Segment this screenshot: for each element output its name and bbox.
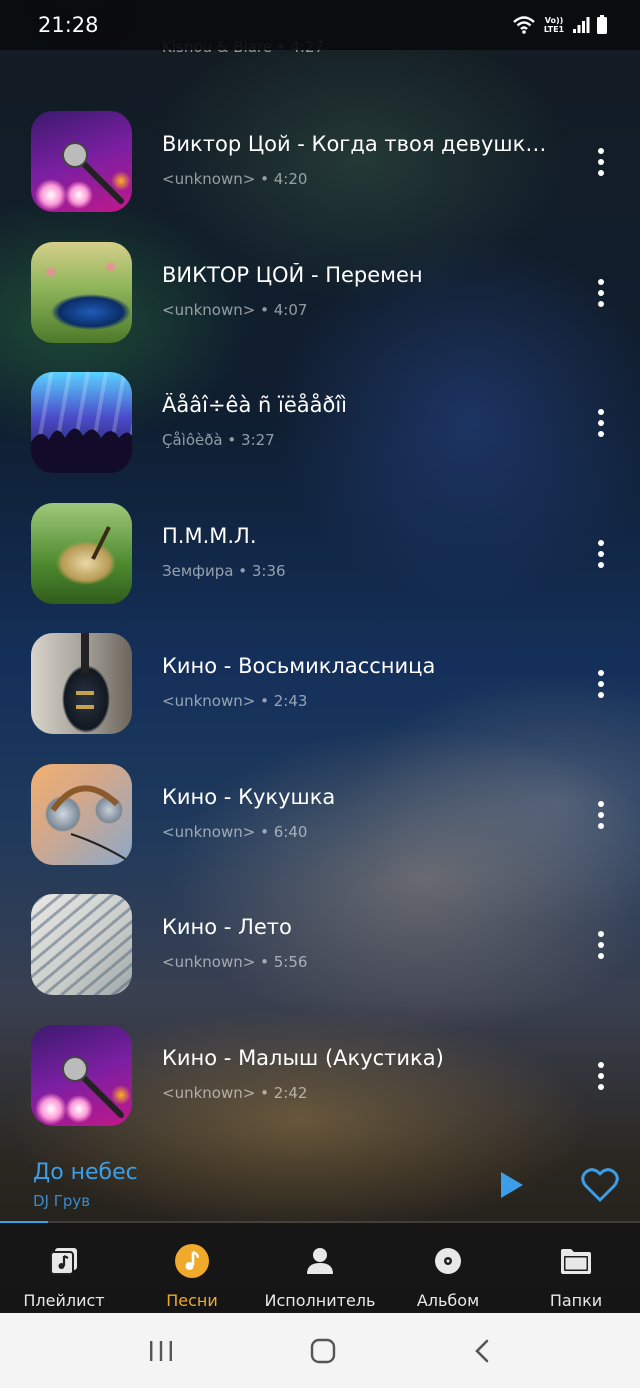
- song-title: Äåâî÷êà ñ ïëååðîì: [162, 393, 347, 417]
- battery-icon: [597, 15, 607, 34]
- more-options-icon[interactable]: [584, 273, 618, 313]
- tab-songs[interactable]: Песни: [128, 1223, 256, 1313]
- status-bar: 21:28 Vo)) LTE1: [0, 0, 640, 50]
- person-icon: [302, 1243, 338, 1279]
- song-title: Кино - Восьмиклассница: [162, 654, 436, 678]
- song-row[interactable]: Кино - Кукушка <unknown> • 6:40: [0, 764, 640, 894]
- album-art: [31, 372, 132, 473]
- heart-icon[interactable]: [580, 1166, 620, 1204]
- album-art: [31, 894, 132, 995]
- status-time: 21:28: [38, 13, 99, 37]
- song-title: Виктор Цой - Когда твоя девушка…: [162, 132, 557, 156]
- song-subtitle: <unknown> • 5:56: [162, 953, 308, 971]
- tab-album[interactable]: Альбом: [384, 1223, 512, 1313]
- album-art: [31, 1025, 132, 1126]
- song-title: П.М.М.Л.: [162, 524, 257, 548]
- song-subtitle: Çåìôèðà • 3:27: [162, 431, 275, 449]
- bottom-navigation: Плейлист Песни Исполнитель Альбом Папки: [0, 1223, 640, 1313]
- song-row[interactable]: Кино - Малыш (Акустика) <unknown> • 2:42: [0, 1025, 640, 1140]
- album-art: [31, 242, 132, 343]
- album-art: [31, 111, 132, 212]
- song-subtitle: <unknown> • 4:20: [162, 170, 308, 188]
- more-options-icon[interactable]: [584, 403, 618, 443]
- song-row[interactable]: Виктор Цой - Когда твоя девушка… <unknow…: [0, 111, 640, 241]
- song-row[interactable]: Кино - Восьмиклассница <unknown> • 2:43: [0, 633, 640, 763]
- tab-label: Исполнитель: [264, 1291, 376, 1310]
- tab-label: Плейлист: [23, 1291, 105, 1310]
- song-subtitle: <unknown> • 2:42: [162, 1084, 308, 1102]
- more-options-icon[interactable]: [584, 925, 618, 965]
- song-title: Кино - Лето: [162, 915, 292, 939]
- tab-artist[interactable]: Исполнитель: [256, 1223, 384, 1313]
- wifi-icon: [513, 16, 535, 34]
- now-playing-artist: DJ Грув: [33, 1192, 91, 1210]
- song-subtitle: <unknown> • 2:43: [162, 692, 308, 710]
- network-label: Vo)) LTE1: [543, 16, 565, 34]
- song-row[interactable]: П.М.М.Л. Земфира • 3:36: [0, 503, 640, 633]
- back-icon[interactable]: [472, 1338, 492, 1364]
- more-options-icon[interactable]: [584, 795, 618, 835]
- mini-player[interactable]: До небес DJ Грув: [0, 1150, 640, 1222]
- song-title: Кино - Кукушка: [162, 785, 336, 809]
- song-subtitle: <unknown> • 6:40: [162, 823, 308, 841]
- album-art: [31, 503, 132, 604]
- song-subtitle: <unknown> • 4:07: [162, 301, 308, 319]
- status-icons: Vo)) LTE1: [512, 15, 608, 35]
- song-row[interactable]: Äåâî÷êà ñ ïëååðîì Çåìôèðà • 3:27: [0, 372, 640, 502]
- album-icon: [430, 1243, 466, 1279]
- music-note-icon: [174, 1243, 210, 1279]
- song-subtitle: Земфира • 3:36: [162, 562, 286, 580]
- play-icon[interactable]: [494, 1168, 528, 1202]
- playlist-icon: [46, 1243, 82, 1279]
- tab-label: Папки: [549, 1291, 603, 1310]
- tab-label: Песни: [166, 1291, 218, 1310]
- system-navigation-bar: [0, 1313, 640, 1388]
- song-title: Кино - Малыш (Акустика): [162, 1046, 444, 1070]
- folder-icon: [558, 1243, 594, 1279]
- album-art: [31, 633, 132, 734]
- more-options-icon[interactable]: [584, 534, 618, 574]
- recent-apps-icon[interactable]: [148, 1339, 174, 1363]
- tab-label: Альбом: [416, 1291, 480, 1310]
- more-options-icon[interactable]: [584, 142, 618, 182]
- more-options-icon[interactable]: [584, 664, 618, 704]
- song-list[interactable]: Kisnou & Blare • 4:27 Виктор Цой - Когда…: [0, 0, 640, 1140]
- tab-playlist[interactable]: Плейлист: [0, 1223, 128, 1313]
- signal-icon: [573, 17, 590, 33]
- tab-folders[interactable]: Папки: [512, 1223, 640, 1313]
- song-row[interactable]: Кино - Лето <unknown> • 5:56: [0, 894, 640, 1024]
- album-art: [31, 764, 132, 865]
- song-title: ВИКТОР ЦОЙ - Перемен: [162, 263, 423, 287]
- home-icon[interactable]: [309, 1337, 337, 1365]
- now-playing-title[interactable]: До небес: [33, 1160, 138, 1185]
- song-row[interactable]: ВИКТОР ЦОЙ - Перемен <unknown> • 4:07: [0, 242, 640, 372]
- more-options-icon[interactable]: [584, 1056, 618, 1096]
